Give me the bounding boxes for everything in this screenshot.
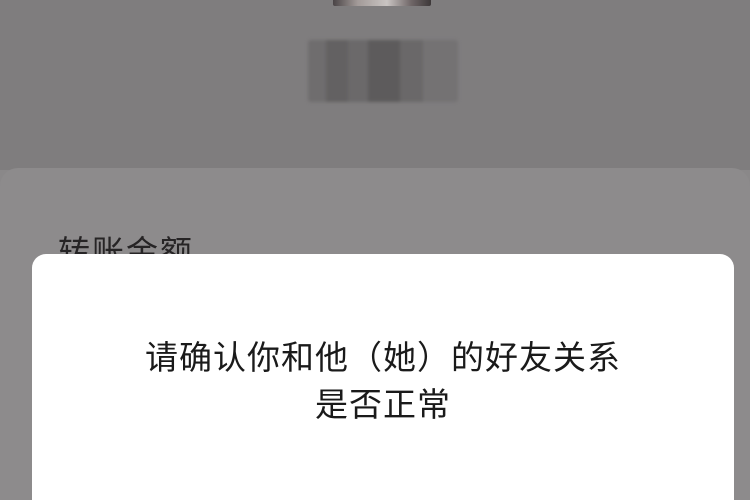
dialog-message-line-2: 是否正常 (315, 385, 451, 424)
profile-header (0, 0, 750, 170)
dialog-message-line-1: 请确认你和他（她）的好友关系 (145, 338, 621, 377)
confirm-dialog: 请确认你和他（她）的好友关系 是否正常 (32, 254, 734, 500)
avatar (333, 0, 431, 6)
screen: 转账金额 请确认你和他（她）的好友关系 是否正常 (0, 0, 750, 500)
blurred-recipient-name (308, 40, 458, 102)
dialog-message: 请确认你和他（她）的好友关系 是否正常 (32, 334, 734, 428)
